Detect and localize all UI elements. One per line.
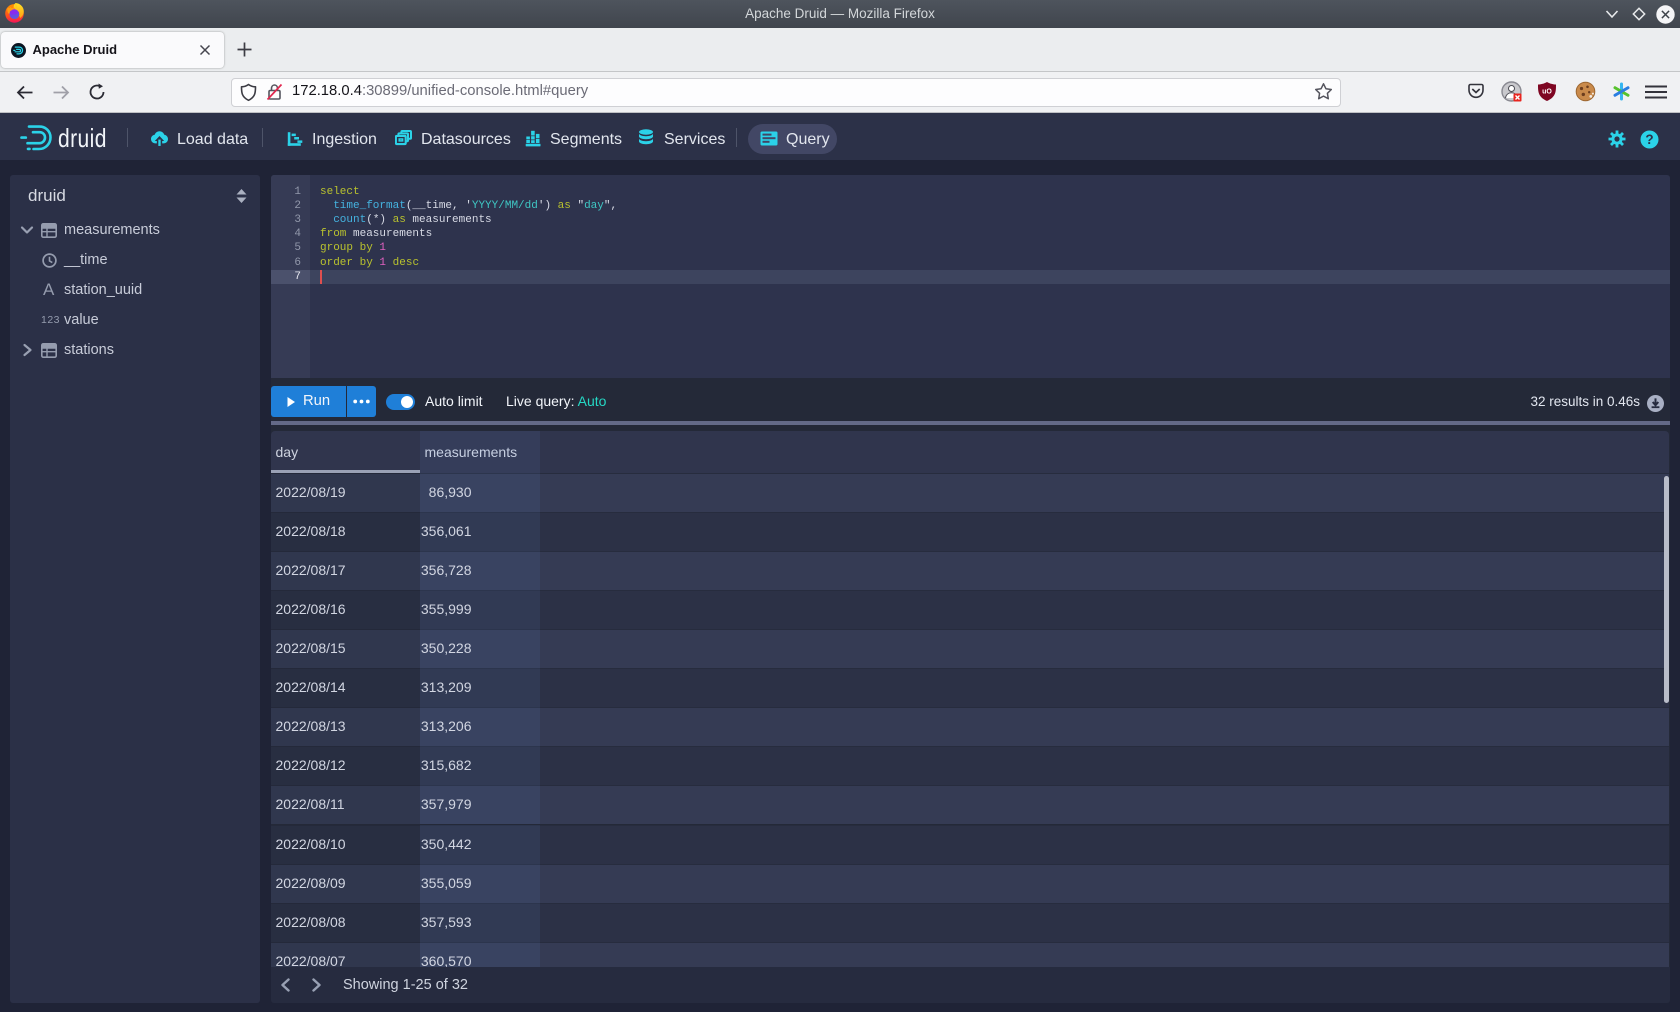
svg-text:?: ? bbox=[1645, 132, 1653, 147]
svg-text:uO: uO bbox=[1542, 89, 1552, 96]
